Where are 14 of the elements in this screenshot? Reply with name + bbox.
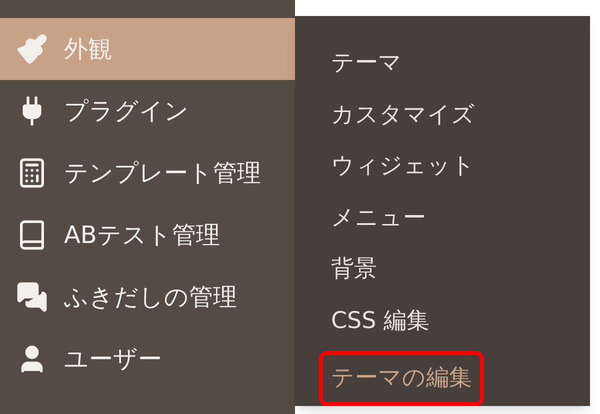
speech-bubbles-icon [16,281,48,313]
submenu-item[interactable]: 背景 [319,244,389,296]
sidebar-item[interactable]: ABテスト管理 [0,204,295,266]
submenu-item[interactable]: カスタマイズ [319,89,487,141]
sidebar-item[interactable]: ユーザー [0,328,295,390]
submenu-item[interactable]: メニュー [319,192,438,244]
submenu-item[interactable]: テーマの編集 [319,350,484,406]
sidebar-item[interactable]: テンプレート管理 [0,142,295,204]
paintbrush-icon [16,33,48,65]
sidebar-item[interactable]: プラグイン [0,80,295,142]
sidebar-item[interactable]: ふきだしの管理 [0,266,295,328]
submenu-item[interactable]: テーマ [319,38,414,90]
submenu-item[interactable]: CSS 編集 [319,295,442,347]
submenu-item[interactable]: ウィジェット [319,140,487,192]
